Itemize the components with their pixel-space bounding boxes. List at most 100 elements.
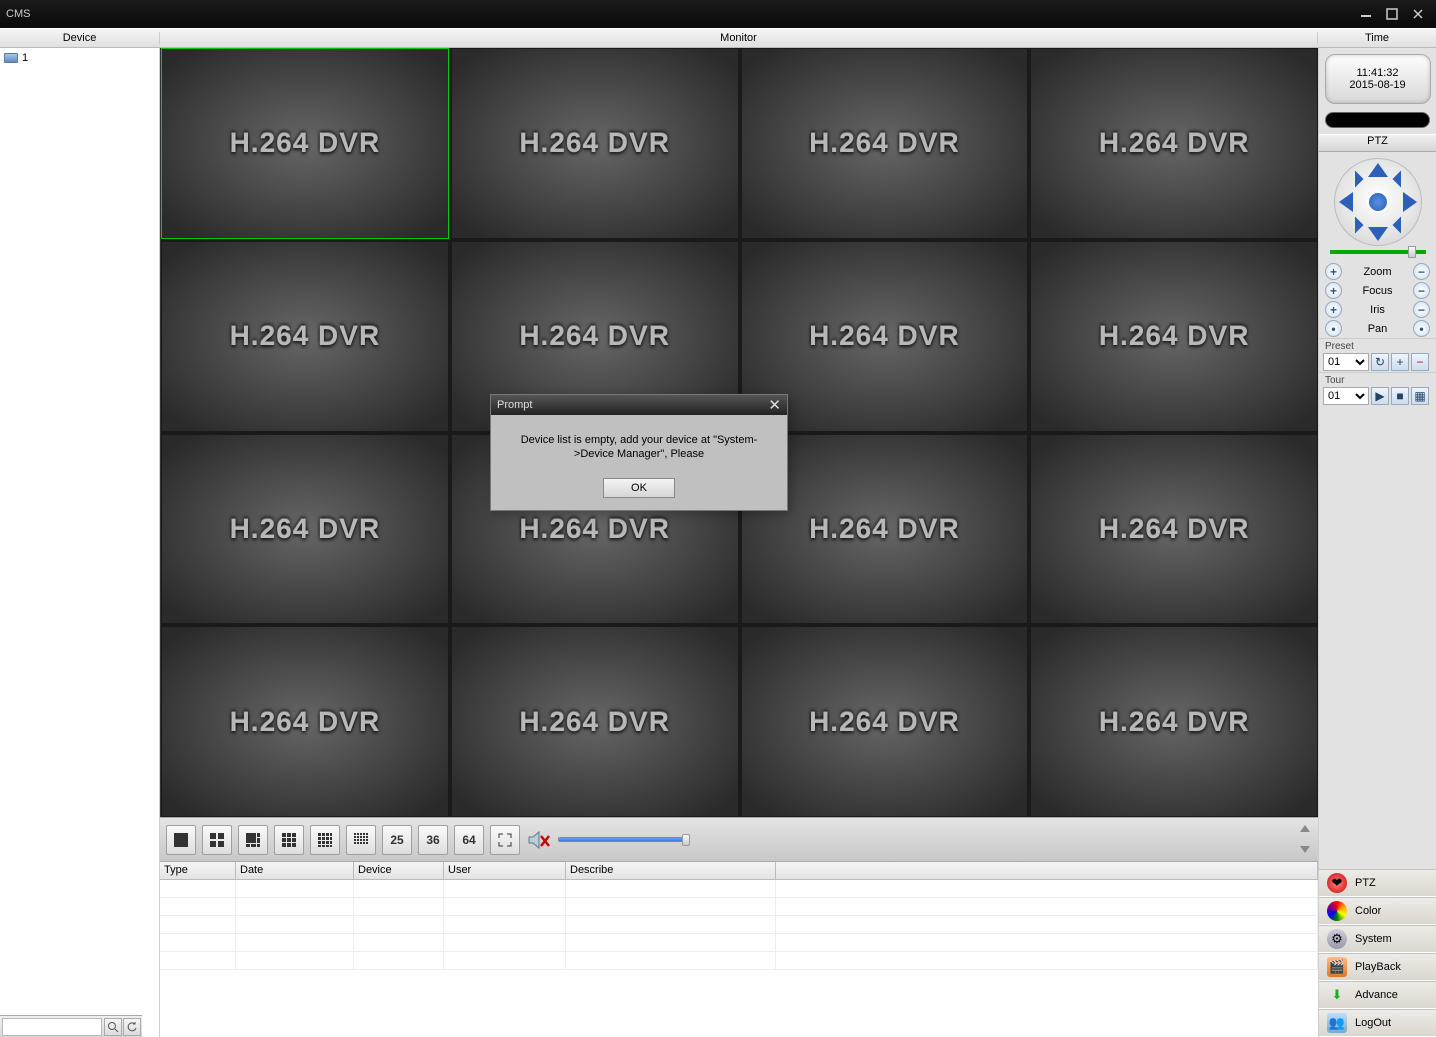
page-up-icon[interactable]: [1296, 820, 1314, 838]
ptz-left-button[interactable]: [1339, 192, 1353, 212]
iris-out-button[interactable]: −: [1413, 301, 1430, 318]
video-tile[interactable]: H.264 DVR: [741, 48, 1029, 239]
layout-64-button[interactable]: 64: [454, 825, 484, 855]
video-tile[interactable]: H.264 DVR: [451, 48, 739, 239]
prompt-dialog: Prompt ✕ Device list is empty, add your …: [490, 394, 788, 511]
pan-stop-button[interactable]: •: [1413, 320, 1430, 337]
menu-advance[interactable]: ⬇ Advance: [1319, 981, 1436, 1009]
page-down-icon[interactable]: [1296, 840, 1314, 858]
preset-add-button[interactable]: +: [1391, 353, 1409, 371]
slider-thumb[interactable]: [682, 834, 690, 846]
volume-slider[interactable]: [558, 837, 688, 842]
iris-in-button[interactable]: +: [1325, 301, 1342, 318]
menu-system[interactable]: ⚙ System: [1319, 925, 1436, 953]
table-row: [160, 880, 1318, 898]
video-tile[interactable]: H.264 DVR: [451, 626, 739, 817]
tree-item[interactable]: 1: [4, 52, 155, 64]
ptz-speed-slider[interactable]: [1330, 250, 1426, 254]
search-input[interactable]: [2, 1018, 102, 1036]
dialog-close-icon[interactable]: ✕: [768, 396, 781, 414]
ptz-center-button[interactable]: [1367, 191, 1389, 213]
preset-select[interactable]: 01: [1323, 353, 1369, 371]
menu-color[interactable]: Color: [1319, 897, 1436, 925]
device-tree: 1: [0, 48, 159, 1015]
slider-thumb[interactable]: [1408, 246, 1416, 258]
color-icon: [1327, 901, 1347, 921]
header-bar: Device Monitor Time: [0, 28, 1436, 48]
ptz-downright-button[interactable]: [1392, 217, 1409, 234]
tour-select[interactable]: 01: [1323, 387, 1369, 405]
tile-watermark: H.264 DVR: [809, 127, 960, 159]
zoom-in-button[interactable]: +: [1325, 263, 1342, 280]
layout-6-button[interactable]: [238, 825, 268, 855]
dialog-titlebar[interactable]: Prompt ✕: [491, 395, 787, 415]
ptz-downleft-button[interactable]: [1346, 217, 1363, 234]
ptz-pad: [1334, 158, 1422, 246]
layout-9-button[interactable]: [274, 825, 304, 855]
focus-in-button[interactable]: +: [1325, 282, 1342, 299]
header-monitor: Monitor: [160, 32, 1318, 44]
log-col-type[interactable]: Type: [160, 862, 236, 879]
preset-del-button[interactable]: −: [1411, 353, 1429, 371]
zoom-label: Zoom: [1342, 266, 1413, 278]
table-row: [160, 934, 1318, 952]
log-col-describe[interactable]: Describe: [566, 862, 776, 879]
preset-label: Preset: [1319, 338, 1436, 352]
ptz-right-button[interactable]: [1403, 192, 1417, 212]
pan-start-button[interactable]: •: [1325, 320, 1342, 337]
layout-36-button[interactable]: 36: [418, 825, 448, 855]
log-col-device[interactable]: Device: [354, 862, 444, 879]
maximize-button[interactable]: [1380, 5, 1404, 23]
menu-label: PTZ: [1355, 877, 1376, 889]
minimize-button[interactable]: [1354, 5, 1378, 23]
log-pane: Type Date Device User Describe: [160, 861, 1318, 1037]
ptz-upleft-button[interactable]: [1346, 171, 1363, 188]
video-tile[interactable]: H.264 DVR: [161, 626, 449, 817]
layout-25-button[interactable]: 25: [382, 825, 412, 855]
tour-stop-button[interactable]: ■: [1391, 387, 1409, 405]
tile-watermark: H.264 DVR: [1099, 513, 1250, 545]
preset-goto-button[interactable]: ↻: [1371, 353, 1389, 371]
system-icon: ⚙: [1327, 929, 1347, 949]
dialog-ok-button[interactable]: OK: [603, 478, 675, 498]
tile-watermark: H.264 DVR: [230, 320, 381, 352]
focus-out-button[interactable]: −: [1413, 282, 1430, 299]
search-icon[interactable]: [104, 1018, 122, 1036]
menu-logout[interactable]: 👥 LogOut: [1319, 1009, 1436, 1037]
layout-20-button[interactable]: [346, 825, 376, 855]
video-tile[interactable]: H.264 DVR: [741, 626, 1029, 817]
mute-icon[interactable]: [526, 827, 552, 853]
layout-16-button[interactable]: [310, 825, 340, 855]
menu-playback[interactable]: 🎬 PlayBack: [1319, 953, 1436, 981]
ptz-down-button[interactable]: [1368, 227, 1388, 241]
menu-ptz[interactable]: ❤ PTZ: [1319, 869, 1436, 897]
tour-edit-button[interactable]: ▦: [1411, 387, 1429, 405]
log-col-date[interactable]: Date: [236, 862, 354, 879]
video-tile[interactable]: H.264 DVR: [1030, 626, 1318, 817]
layout-4-button[interactable]: [202, 825, 232, 855]
video-tile[interactable]: H.264 DVR: [1030, 48, 1318, 239]
ptz-upright-button[interactable]: [1392, 171, 1409, 188]
tile-watermark: H.264 DVR: [519, 706, 670, 738]
refresh-icon[interactable]: [123, 1018, 141, 1036]
video-tile[interactable]: H.264 DVR: [161, 434, 449, 625]
folder-icon: [4, 53, 18, 63]
zoom-out-button[interactable]: −: [1413, 263, 1430, 280]
dialog-body: Device list is empty, add your device at…: [491, 415, 787, 472]
tile-watermark: H.264 DVR: [519, 320, 670, 352]
tour-play-button[interactable]: ▶: [1371, 387, 1389, 405]
video-tile[interactable]: H.264 DVR: [1030, 241, 1318, 432]
logout-icon: 👥: [1327, 1013, 1347, 1033]
layout-1-button[interactable]: [166, 825, 196, 855]
video-tile[interactable]: H.264 DVR: [161, 48, 449, 239]
video-tile[interactable]: H.264 DVR: [1030, 434, 1318, 625]
close-button[interactable]: [1406, 5, 1430, 23]
video-tile[interactable]: H.264 DVR: [161, 241, 449, 432]
fullscreen-button[interactable]: [490, 825, 520, 855]
header-device: Device: [0, 32, 160, 44]
log-col-user[interactable]: User: [444, 862, 566, 879]
ptz-up-button[interactable]: [1368, 163, 1388, 177]
left-pane: 1: [0, 48, 160, 1037]
status-bar: [1325, 112, 1430, 128]
clock-panel: 11:41:32 2015-08-19: [1325, 54, 1431, 104]
